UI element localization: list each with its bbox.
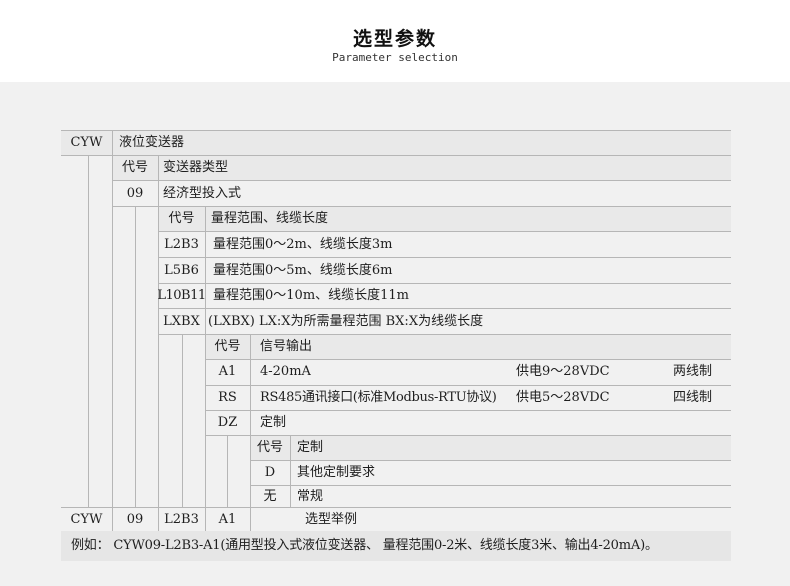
tree-connector (227, 435, 228, 507)
table-rule (205, 435, 731, 436)
table-rule (61, 130, 731, 131)
example-code: A1 (218, 512, 237, 527)
signal-head-code: 代号 (214, 339, 241, 354)
custom-row-code: 无 (263, 489, 277, 504)
example-note-box: 例如： CYW09-L2B3-A1(通用型投入式液位变送器、 量程范围0-2米、… (61, 531, 731, 561)
range-row-code: L2B3 (164, 237, 199, 252)
signal-row-desc: 定制 (260, 415, 287, 430)
table-rule (250, 485, 731, 486)
table-rule (61, 155, 731, 156)
level1-code: CYW (70, 135, 103, 150)
range-row-code: L5B6 (164, 263, 199, 278)
page-header: 选型参数 Parameter selection (0, 0, 790, 82)
table-rule (158, 334, 731, 335)
table-column-rule (290, 435, 291, 507)
page-subtitle: Parameter selection (332, 51, 458, 64)
signal-row-code: DZ (217, 415, 238, 430)
range-row-code: LXBX (163, 314, 200, 329)
table-rule (158, 231, 731, 232)
table-rule (205, 410, 731, 411)
level1-name: 液位变送器 (119, 135, 185, 150)
tree-connector (88, 155, 89, 507)
example-code: 09 (126, 512, 144, 527)
example-code: L2B3 (164, 512, 199, 527)
signal-row-power: 供电5～28VDC (516, 390, 610, 405)
signal-row-code: RS (218, 390, 237, 405)
page-title: 选型参数 (352, 28, 437, 50)
range-row-desc: (LXBX) LX:X为所需量程范围 BX:X为线缆长度 (208, 314, 484, 329)
table-rule (158, 308, 731, 309)
range-row-code: L10B11 (157, 288, 206, 303)
tree-connector (135, 206, 136, 507)
table-rule (250, 460, 731, 461)
range-row-desc: 量程范围0～2m、线缆长度3m (213, 237, 393, 252)
example-code: CYW (70, 512, 103, 527)
table-rule (112, 180, 731, 181)
custom-row-desc: 常规 (297, 489, 324, 504)
custom-row-code: D (264, 465, 276, 480)
signal-row-desc: RS485通讯接口(标准Modbus-RTU协议) (260, 390, 497, 405)
custom-head-code: 代号 (256, 440, 283, 455)
signal-row-desc: 4-20mA (260, 364, 311, 379)
range-row-desc: 量程范围0～5m、线缆长度6m (213, 263, 393, 278)
custom-head-desc: 定制 (297, 440, 324, 455)
example-note: 例如： CYW09-L2B3-A1(通用型投入式液位变送器、 量程范围0-2米、… (71, 538, 658, 553)
custom-row-desc: 其他定制要求 (297, 465, 376, 480)
signal-head-desc: 信号输出 (260, 339, 313, 354)
table-rule (158, 283, 731, 284)
signal-row-code: A1 (218, 364, 237, 379)
range-row-desc: 量程范围0～10m、线缆长度11m (213, 288, 410, 303)
signal-row-power: 供电9～28VDC (516, 364, 610, 379)
type-head-code: 代号 (121, 160, 148, 175)
tree-connector (182, 334, 183, 507)
table-rule (61, 507, 731, 508)
example-label: 选型举例 (305, 512, 358, 527)
type-head-desc: 变送器类型 (163, 160, 229, 175)
range-head-code: 代号 (168, 211, 195, 226)
signal-row-wire: 两线制 (673, 364, 713, 379)
type-row-code: 09 (126, 186, 144, 201)
table-rule (205, 359, 731, 360)
type-row-desc: 经济型投入式 (163, 186, 242, 201)
table-rule (205, 385, 731, 386)
range-head-desc: 量程范围、线缆长度 (211, 211, 329, 226)
table-rule (158, 257, 731, 258)
signal-row-wire: 四线制 (673, 390, 713, 405)
